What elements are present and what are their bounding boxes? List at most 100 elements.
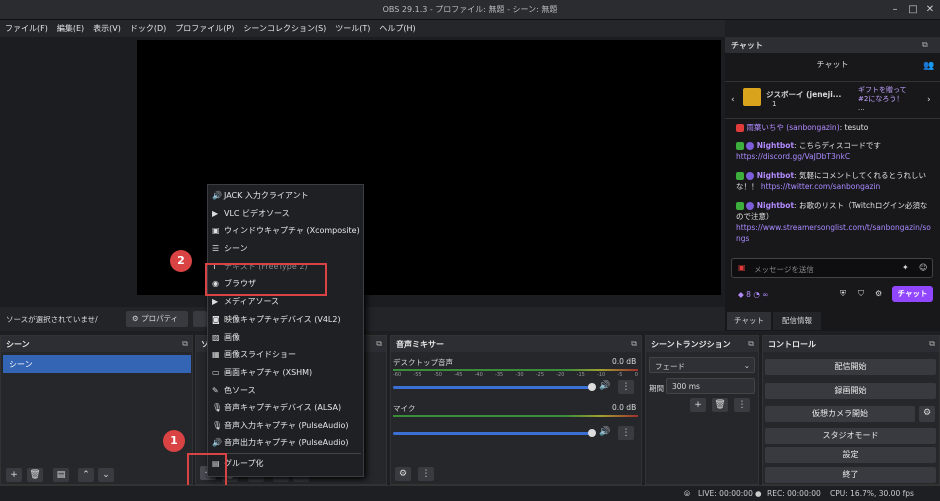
menu-scene-collection[interactable]: シーンコレクション(S): [238, 20, 330, 34]
volume-meter: [393, 415, 638, 417]
kebab-menu-icon[interactable]: ⋮: [618, 380, 634, 394]
speaker-icon: 🔊: [212, 191, 222, 200]
start-streaming-button[interactable]: 配信開始: [765, 359, 936, 375]
undock-icon[interactable]: ⧉: [376, 339, 382, 349]
trash-icon[interactable]: 🗑: [712, 398, 728, 412]
start-virtual-camera-button[interactable]: 仮想カメラ開始: [765, 406, 915, 422]
emote-icon[interactable]: ☺: [919, 263, 927, 272]
filters-button[interactable]: [193, 311, 207, 327]
speaker-icon: 🔊: [212, 438, 222, 447]
chevron-left-icon[interactable]: ‹: [731, 95, 735, 105]
chat-input[interactable]: ▣ メッセージを送信 ✦ ☺: [731, 258, 933, 278]
scene-filter-button[interactable]: ▤: [53, 468, 69, 482]
scene-item[interactable]: シーン: [3, 355, 191, 373]
menu-item-color-source[interactable]: ✎ 色ソース: [212, 385, 256, 401]
undock-icon[interactable]: ⧉: [922, 40, 928, 50]
slideshow-icon: ▦: [212, 350, 220, 359]
menu-item-video-capture[interactable]: ◙ 映像キャプチャデバイス (V4L2): [212, 314, 341, 330]
menu-item-vlc-source[interactable]: ▶ VLC ビデオソース: [212, 208, 290, 224]
list-icon: ☰: [212, 244, 220, 253]
scenes-dock: シーン ⧉ シーン + 🗑 ▤ ⌃ ⌄: [0, 335, 193, 485]
tab-chat[interactable]: チャット: [727, 312, 771, 330]
kebab-menu-icon[interactable]: ⋮: [734, 398, 750, 412]
menu-item-image[interactable]: ▨ 画像: [212, 332, 240, 348]
menu-separator: [210, 453, 361, 454]
menu-help[interactable]: ヘルプ(H): [374, 20, 419, 34]
undock-icon[interactable]: ⧉: [748, 339, 754, 349]
undock-icon[interactable]: ⧉: [929, 339, 935, 349]
close-icon[interactable]: ✕: [923, 3, 937, 17]
volume-slider[interactable]: [393, 386, 593, 389]
menu-item-audio-input-capture[interactable]: 🎙 音声入力キャプチャ (PulseAudio): [212, 420, 349, 436]
menu-item-audio-capture-alsa[interactable]: 🎙 音声キャプチャデバイス (ALSA): [212, 402, 341, 418]
chat-link[interactable]: https://discord.gg/VaJDbT3nkC: [736, 152, 850, 161]
shop-icon[interactable]: ⛉: [858, 289, 864, 299]
live-time: LIVE: 00:00:00: [698, 489, 753, 498]
gear-icon[interactable]: ⚙: [919, 406, 935, 422]
send-chat-button[interactable]: チャット: [892, 286, 933, 302]
menu-item-jack-input[interactable]: 🔊 JACK 入力クライアント: [212, 190, 309, 206]
menu-item-window-capture[interactable]: ▣ ウィンドウキャプチャ (Xcomposite): [212, 225, 360, 241]
menu-view[interactable]: 表示(V): [88, 20, 125, 34]
gift-icon: [743, 88, 761, 106]
trash-icon[interactable]: 🗑: [27, 468, 43, 482]
menu-item-audio-output-capture[interactable]: 🔊 音声出力キャプチャ (PulseAudio): [212, 437, 349, 453]
chevron-right-icon[interactable]: ›: [927, 95, 931, 105]
channel-points[interactable]: ◆ 8 ◔ ∞: [738, 290, 769, 299]
gift-cta: ギフトを贈って #2になろう！: [858, 86, 907, 103]
chat-link[interactable]: https://www.streamersonglist.com/t/sanbo…: [736, 223, 931, 243]
speaker-icon[interactable]: 🔊: [599, 427, 610, 437]
volume-slider-handle[interactable]: [588, 429, 596, 437]
brush-icon: ✎: [212, 386, 219, 395]
scenes-dock-title: シーン: [1, 336, 192, 352]
moderator-badge-icon: [736, 202, 744, 210]
gift-user: ジスボーイ (jeneji...: [766, 90, 842, 99]
verified-badge-icon: [746, 142, 755, 150]
menu-docks[interactable]: ドック(D): [125, 20, 170, 34]
chat-message: 雨葉いちや (sanbongazin): tesuto: [736, 122, 932, 133]
record-icon: ●: [755, 489, 762, 498]
mixer-dock-title: 音声ミキサー: [391, 336, 641, 352]
shield-icon[interactable]: ⛨: [840, 289, 846, 299]
move-down-icon[interactable]: ⌄: [98, 468, 114, 482]
kebab-menu-icon[interactable]: ⋮: [418, 467, 434, 481]
exit-button[interactable]: 終了: [765, 467, 936, 483]
menu-item-scene[interactable]: ☰ シーン: [212, 243, 248, 259]
speaker-icon[interactable]: 🔊: [599, 381, 610, 391]
broadcaster-badge-icon: [736, 124, 744, 132]
user-list-icon[interactable]: 👥: [923, 61, 934, 71]
bits-icon[interactable]: ✦: [902, 263, 909, 272]
chat-link[interactable]: https://twitter.com/sanbongazin: [761, 182, 880, 191]
status-bar: ⦾ LIVE: 00:00:00 ● REC: 00:00:00 CPU: 16…: [0, 485, 940, 501]
menu-tools[interactable]: ツール(T): [330, 20, 374, 34]
settings-button[interactable]: 設定: [765, 447, 936, 463]
properties-button[interactable]: ⚙ プロパティ: [126, 311, 188, 327]
gear-icon[interactable]: ⚙: [875, 289, 882, 298]
volume-slider-handle[interactable]: [588, 383, 596, 391]
move-up-icon[interactable]: ⌃: [78, 468, 94, 482]
menu-item-image-slideshow[interactable]: ▦ 画像スライドショー: [212, 349, 296, 365]
menu-item-media-source[interactable]: ▶ メディアソース: [212, 296, 279, 312]
undock-icon[interactable]: ⧉: [631, 339, 637, 349]
menu-edit[interactable]: 編集(E): [52, 20, 88, 34]
moderator-badge-icon: [736, 172, 744, 180]
minimize-icon[interactable]: –: [888, 3, 902, 17]
add-scene-button[interactable]: +: [6, 468, 22, 482]
add-transition-button[interactable]: +: [690, 398, 706, 412]
start-recording-button[interactable]: 録画開始: [765, 383, 936, 399]
duration-input[interactable]: 300 ms: [666, 378, 755, 394]
studio-mode-button[interactable]: スタジオモード: [765, 428, 936, 444]
scene-transitions-dock: シーントランジション ⧉ フェード ⌄ 期間 300 ms + 🗑 ⋮: [645, 335, 759, 485]
menu-profile[interactable]: プロファイル(P): [170, 20, 238, 34]
monitor-icon: ▭: [212, 368, 220, 377]
mixer-settings-button[interactable]: ⚙: [395, 467, 411, 481]
maximize-icon[interactable]: □: [906, 3, 920, 17]
menu-file[interactable]: ファイル(F): [0, 20, 52, 34]
tab-stream-info[interactable]: 配信情報: [773, 312, 821, 330]
undock-icon[interactable]: ⧉: [182, 339, 188, 349]
volume-slider[interactable]: [393, 432, 593, 435]
moderator-badge-icon: [736, 142, 744, 150]
transition-select[interactable]: フェード ⌄: [649, 357, 755, 373]
kebab-menu-icon[interactable]: ⋮: [618, 426, 634, 440]
menu-item-screen-capture[interactable]: ▭ 画面キャプチャ (XSHM): [212, 367, 312, 383]
